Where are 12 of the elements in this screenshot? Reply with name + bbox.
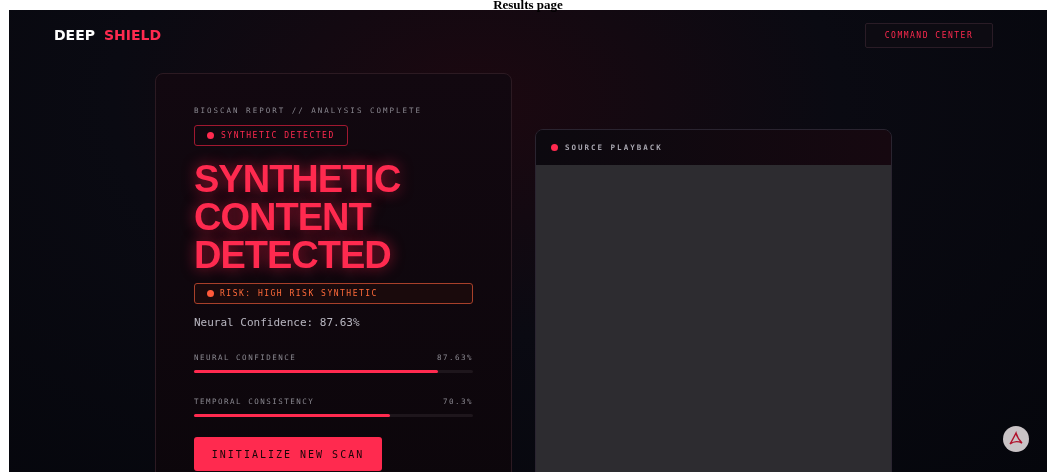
status-text: SYNTHETIC DETECTED [221, 131, 335, 140]
result-headline: SYNTHETIC CONTENT DETECTED [194, 160, 402, 274]
risk-dot-icon [207, 290, 214, 297]
logo-text: SHIELD [104, 27, 162, 43]
logo-text: DEEP [54, 27, 95, 43]
record-dot-icon [551, 144, 558, 151]
new-scan-button[interactable]: INITIALIZE NEW SCAN [194, 437, 382, 471]
command-center-button[interactable]: COMMAND CENTER [865, 22, 993, 48]
risk-text: RISK: HIGH RISK SYNTHETIC [220, 289, 378, 298]
status-dot-icon [207, 132, 214, 139]
confidence-summary: Neural Confidence: 87.63% [194, 316, 361, 329]
pdf-button[interactable] [1003, 426, 1029, 452]
